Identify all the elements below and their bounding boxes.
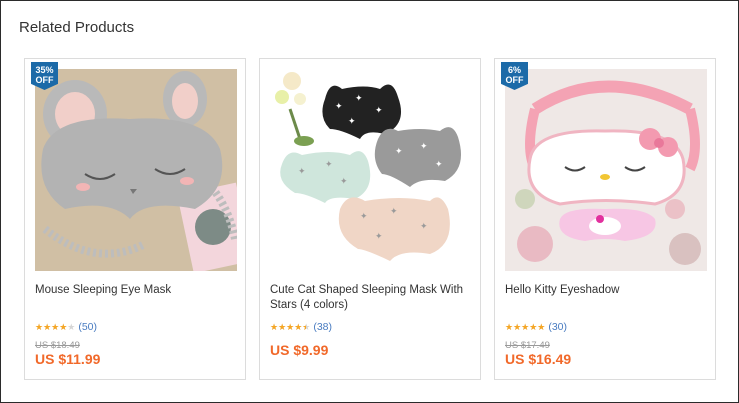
star-rating-icon: ★★★★★★★★★★ — [505, 322, 546, 332]
product-image-hello-kitty[interactable] — [505, 69, 707, 271]
sale-price: US $16.49 — [505, 351, 572, 367]
product-rating: ★★★★★★★★★★ (50) — [35, 321, 97, 333]
discount-percent: 35% — [35, 65, 54, 75]
product-name[interactable]: Cute Cat Shaped Sleeping Mask With Stars… — [270, 283, 470, 313]
star-rating-icon: ★★★★★★★★★★ — [270, 322, 311, 332]
svg-text:✦: ✦ — [420, 141, 428, 151]
svg-text:✦: ✦ — [340, 176, 348, 186]
svg-text:✦: ✦ — [420, 221, 428, 231]
sale-price: US $11.99 — [35, 351, 101, 367]
svg-text:✦: ✦ — [335, 101, 343, 111]
svg-text:✦: ✦ — [348, 116, 356, 126]
svg-text:✦: ✦ — [325, 159, 333, 169]
review-count-link[interactable]: (50) — [78, 321, 97, 333]
svg-text:✦: ✦ — [435, 159, 443, 169]
product-name[interactable]: Hello Kitty Eyeshadow — [505, 283, 705, 298]
review-count-link[interactable]: (30) — [548, 321, 567, 333]
svg-text:✦: ✦ — [298, 166, 306, 176]
svg-text:✦: ✦ — [355, 93, 363, 103]
svg-text:✦: ✦ — [360, 211, 368, 221]
discount-off-label: OFF — [505, 75, 524, 85]
discount-off-label: OFF — [35, 75, 54, 85]
svg-text:✦: ✦ — [390, 206, 398, 216]
svg-text:✦: ✦ — [375, 231, 383, 241]
product-image-cat-mask[interactable]: ✦ ✦ ✦ ✦ ✦ ✦ ✦ ✦ ✦ ✦ ✦ ✦ ✦ ✦ — [270, 69, 472, 271]
original-price: US $17.49 — [505, 340, 550, 351]
product-card-mouse-mask[interactable]: 35% OFF Mouse Sleeping Eye Mask ★★★★★ ★★… — [24, 58, 246, 380]
original-price: US $18.49 — [35, 340, 80, 351]
product-card-cat-mask[interactable]: ✦ ✦ ✦ ✦ ✦ ✦ ✦ ✦ ✦ ✦ ✦ ✦ ✦ ✦ Cute Cat Shaped Sleepi… — [259, 58, 481, 380]
svg-text:✦: ✦ — [375, 105, 383, 115]
discount-percent: 6% — [507, 65, 521, 75]
section-title: Related Products — [19, 19, 135, 36]
product-rating: ★★★★★★★★★★ (38) — [270, 321, 332, 333]
related-products-panel: Related Products 35% OFF Mouse Sleeping … — [0, 0, 739, 403]
product-name[interactable]: Mouse Sleeping Eye Mask — [35, 283, 235, 298]
sale-price: US $9.99 — [270, 342, 329, 358]
product-rating: ★★★★★ ★★★★★ (30) — [505, 321, 567, 333]
svg-text:✦: ✦ — [395, 146, 403, 156]
product-image-mouse-mask[interactable] — [35, 69, 237, 271]
star-rating-icon: ★★★★★★★★★★ — [35, 322, 76, 332]
review-count-link[interactable]: (38) — [313, 321, 332, 333]
product-card-hello-kitty[interactable]: 6% OFF Hello Kitty Eyeshadow ★★★★★ ★★★★★… — [494, 58, 716, 380]
